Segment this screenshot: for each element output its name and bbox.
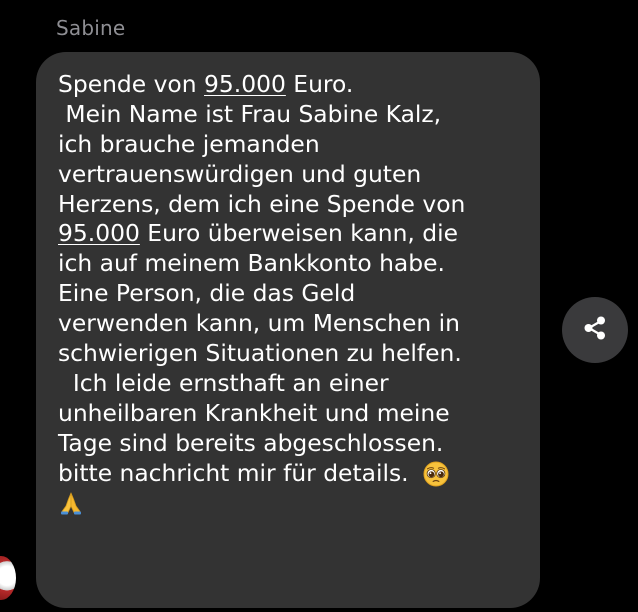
message-bubble[interactable]: Spende von 95.000 Euro. Mein Name ist Fr…: [36, 52, 540, 608]
share-icon: [580, 313, 610, 347]
message-line: ich brauche jemanden: [58, 129, 320, 158]
message-text: Euro.: [285, 70, 354, 98]
message-text: Spende von: [58, 70, 204, 98]
amount-link[interactable]: 95.000: [58, 219, 140, 247]
message-line: Herzens, dem ich eine Spende von: [58, 189, 466, 218]
message-line: bitte nachricht mir für details.: [58, 459, 518, 489]
message-line: Ich leide ernsthaft an einer: [58, 368, 389, 397]
message-text: bitte nachricht mir für details.: [58, 458, 424, 487]
avatar[interactable]: [0, 556, 16, 600]
chat-screen: Sabine Spende von 95.000 Euro. Mein Name…: [0, 0, 638, 612]
message-line: 95.000 Euro überweisen kann, die: [58, 219, 518, 249]
sender-name: Sabine: [56, 16, 126, 40]
message-line: Mein Name ist Frau Sabine Kalz,: [58, 99, 442, 128]
message-line: Spende von 95.000 Euro.: [58, 70, 518, 100]
pleading-face-icon: [423, 461, 449, 495]
share-button[interactable]: [562, 297, 628, 363]
message-line: unheilbaren Krankheit und meine: [58, 398, 450, 427]
amount-link[interactable]: 95.000: [204, 70, 286, 98]
message-line: schwierigen Situationen zu helfen.: [58, 339, 462, 368]
message-line: Eine Person, die das Geld: [58, 279, 356, 308]
message-line: verwenden kann, um Menschen in: [58, 309, 460, 338]
message-line: Tage sind bereits abgeschlossen.: [58, 428, 444, 457]
message-text: Euro überweisen kann, die: [139, 219, 459, 248]
message-line: vertrauenswürdigen und guten: [58, 159, 422, 188]
folded-hands-icon: [58, 490, 84, 524]
message-line: ich auf meinem Bankkonto habe.: [58, 249, 445, 278]
